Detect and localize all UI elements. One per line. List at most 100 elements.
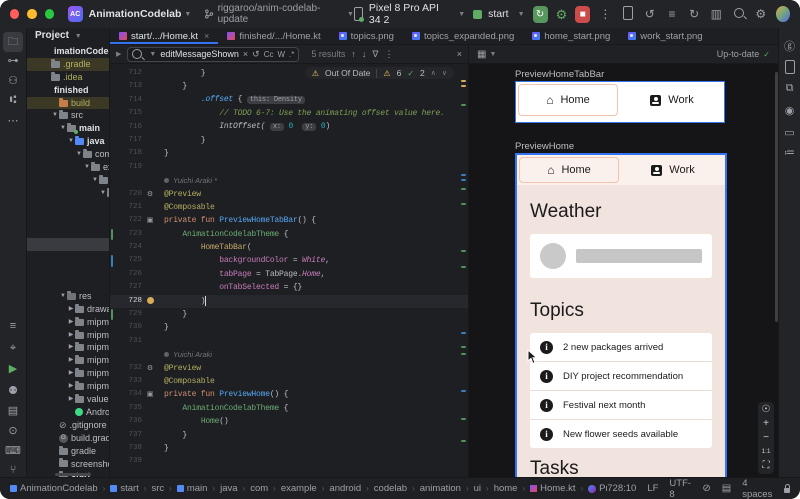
editor-tab-home-start-png[interactable]: home_start.png [523,28,619,44]
tree-item-values[interactable]: ▶values [27,393,109,406]
breadcrumb-example[interactable]: example [281,483,317,494]
indent-setting[interactable]: 4 spaces [742,478,773,499]
more-tools-button[interactable]: ⋯ [0,114,26,127]
code-line-717[interactable]: 717 } [110,134,468,147]
tree-item-mipmap-mdpi[interactable]: ▶mipmap-mdpi [27,341,109,354]
compose-preview-gutter-icon[interactable]: ▣ [142,214,158,227]
code-line-735[interactable]: 735 AnimationCodelabTheme { [110,402,468,415]
more-actions-button[interactable]: ⋮ [598,7,612,21]
clear-search-icon[interactable]: × [243,49,248,59]
breadcrumb-home-kt[interactable]: Home.kt [530,483,575,494]
terminal-tool-button[interactable]: ⌨ [0,444,26,457]
zoom-out-button[interactable]: − [758,433,774,443]
tree-item[interactable] [27,251,109,264]
code-line-716[interactable]: 716 IntOffset( x: 0 y: 0) [110,121,468,134]
code-line-730[interactable]: 730} [110,321,468,334]
structure-tool-button[interactable]: ⑆ [0,94,26,106]
code-line-714[interactable]: 714 .offset { this: Density [110,94,468,107]
breadcrumb-java[interactable]: java [220,483,237,494]
tree-item-example[interactable]: ▼example [27,161,109,174]
breadcrumb-src[interactable]: src [151,483,164,494]
code-line-731[interactable]: 731 [110,335,468,348]
code-line-726[interactable]: 726 tabPage = TabPage.Home, [110,268,468,281]
code-line-739[interactable]: 739 [110,455,468,468]
interactive-mode-button[interactable]: ☉ [758,405,774,415]
match-case-toggle[interactable]: Cc [264,50,274,59]
tree-expand-chevron[interactable]: ▼ [51,109,59,122]
tree-item-mipmap-hdpi[interactable]: ▶mipmap-hdpi [27,329,109,342]
preview-settings-gutter-icon[interactable]: ⚙ [142,188,158,201]
tree-expand-chevron[interactable]: ▶ [67,341,75,354]
preview-settings-gutter-icon[interactable]: ⚙ [142,362,158,375]
tree-item-main[interactable]: ▼main [27,122,109,135]
compose-preview-gutter-icon[interactable]: ▣ [142,388,158,401]
work-tab[interactable]: Work [622,84,722,116]
breadcrumb-animation[interactable]: animation [420,483,461,494]
code-line-715[interactable]: 715 // TODO 6-7: Use the animating offse… [110,107,468,120]
code-line-729[interactable]: 729 } [110,308,468,321]
pull-requests-tool-button[interactable]: ⚇ [0,74,26,87]
editor-tab-work-start-png[interactable]: work_start.png [619,28,711,44]
attach-debugger-icon[interactable]: ↺ [643,7,657,21]
more-options-icon[interactable]: ⋮ [384,49,393,60]
close-find-bar-icon[interactable]: × [457,49,462,59]
editor-tab-start-home-kt[interactable]: start/.../Home.kt× [110,28,218,44]
tree-expand-chevron[interactable]: ▼ [75,148,83,161]
code-editor[interactable]: ⚠ Out Of Date ⚠ 6 ✓ 2 ∧ ∨ 712 }713 }714 … [110,64,468,478]
tree-item-java[interactable]: ▼java [27,135,109,148]
code-line-712[interactable]: 712 } [110,67,468,80]
tree-item-mipmap-xxxhdp[interactable]: ▶mipmap-xxxhdp [27,380,109,393]
code-line-723[interactable]: 723 AnimationCodelabTheme { [110,228,468,241]
preview-home[interactable]: ⌂ Home Work Weather [515,153,727,478]
code-line-733[interactable]: 733@Composable [110,375,468,388]
code-line-724[interactable]: 724 HomeTabBar( [110,241,468,254]
tree-expand-chevron[interactable]: ▼ [59,290,67,303]
home-tab[interactable]: ⌂ Home [518,84,618,116]
tree-item[interactable] [27,264,109,277]
breadcrumb-home[interactable]: home [494,483,518,494]
tree-expand-chevron[interactable]: ▶ [67,380,75,393]
code-line-736[interactable]: 736 Home() [110,415,468,428]
tree-item-mipmap-xhdpi[interactable]: ▶mipmap-xhdpi [27,354,109,367]
tree-item-drawable[interactable]: ▶drawable [27,303,109,316]
code-line-722[interactable]: 722▣private fun PreviewHomeTabBar() { [110,214,468,227]
search-input[interactable]: ▼ editMessageShown × ↺ Cc W .* [127,47,299,62]
zoom-in-button[interactable]: + [758,419,774,429]
tree-expand-chevron[interactable]: ▶ [67,329,75,342]
filter-icon[interactable]: ∇ [372,49,378,60]
project-tool-button[interactable]: 🗀 [3,32,23,52]
zoom-window-button[interactable] [45,9,54,19]
sync-project-icon[interactable]: ↻ [687,7,701,21]
tree-item[interactable] [27,238,109,251]
notifications-tool-button[interactable]: ≔ [779,146,800,159]
tree-item-mipmap-anydpi-[interactable]: ▶mipmap-anydpi- [27,316,109,329]
user-avatar[interactable] [776,6,790,22]
file-lock-icon[interactable] [784,488,790,493]
preview-home-tab-bar[interactable]: ⌂ Home Work [515,81,725,123]
tree-item-res[interactable]: ▼res [27,290,109,303]
tree-item-ui[interactable]: ▼ui [27,213,109,226]
grid-view-icon[interactable]: ▦ [477,49,486,60]
editor-tab-topics-png[interactable]: topics.png [330,28,403,44]
tree-expand-chevron[interactable]: ▶ [67,303,75,316]
breadcrumb-ui[interactable]: ui [474,483,481,494]
tree-item--gitignore[interactable]: ⊘.gitignore [27,419,109,432]
breadcrumb-codelab[interactable]: codelab [374,483,407,494]
tree-item-mipmap-xxhdpi[interactable]: ▶mipmap-xxhdpi [27,367,109,380]
previous-occurrence-button[interactable]: ↑ [351,49,356,59]
breadcrumb-previewhometabbar[interactable]: PreviewHomeTabBar [588,483,607,494]
code-line-734[interactable]: 734▣private fun PreviewHome() { [110,388,468,401]
close-window-button[interactable] [10,9,19,19]
layout-inspector-icon[interactable]: ▥ [709,7,723,21]
breadcrumb-start[interactable]: start [110,483,138,494]
run-configuration-selector[interactable]: start ▼ [473,8,524,20]
code-line-719[interactable]: 719 [110,161,468,174]
tree-item-gradle[interactable]: gradle [27,445,109,458]
tree-expand-chevron[interactable]: ▼ [107,200,109,213]
expand-find-icon[interactable]: ▶ [116,50,121,58]
tree-expand-chevron[interactable]: ▼ [67,135,75,148]
rerun-button[interactable]: ↻ [533,6,548,23]
tree-item-com[interactable]: ▼com [27,148,109,161]
code-line-725[interactable]: 725 backgroundColor = White, [110,254,468,267]
preview-name-label[interactable]: PreviewHome [515,141,574,152]
